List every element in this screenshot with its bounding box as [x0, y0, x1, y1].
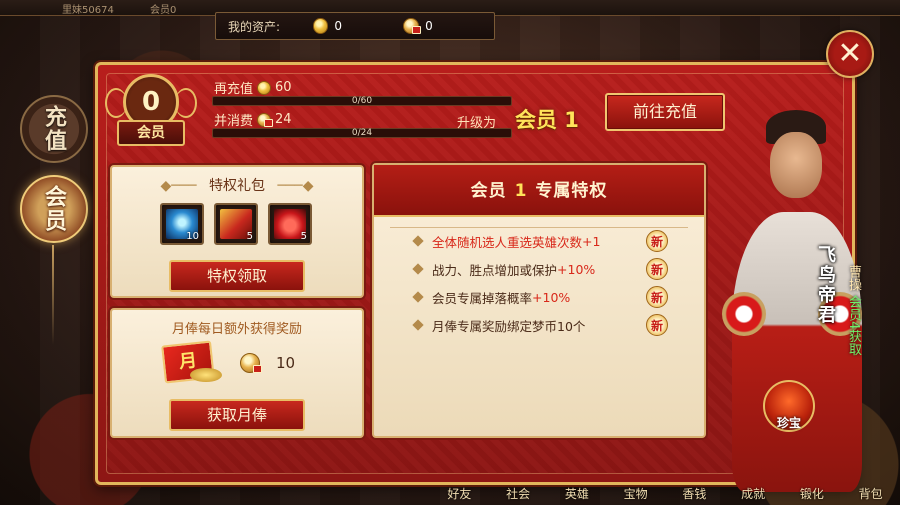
privilege-item: 月俸专属奖励绑定梦币 10个	[412, 312, 586, 338]
privilege-item: 会员专属掉落概率 +10%	[412, 284, 571, 310]
gift-title-text: 特权礼包	[209, 178, 265, 194]
recharge-requirement: 再充值 60	[214, 78, 292, 97]
gold-value: 0	[334, 19, 343, 33]
privilege-text: 全体随机选人重选英雄次数	[432, 234, 583, 250]
bottom-tab[interactable]: 香钱	[682, 485, 706, 505]
gold-pile-icon	[190, 368, 222, 382]
recharge-progress-text: 0/60	[351, 96, 373, 106]
diamond-icon	[412, 291, 424, 303]
bound-coin-icon	[403, 18, 421, 34]
gift-item-slot[interactable]: 10	[160, 203, 204, 245]
player-name: 里妹50674	[62, 5, 114, 16]
privilege-text: 月俸专属奖励绑定梦币	[432, 318, 558, 334]
hero-surname: 曹操	[846, 265, 861, 291]
hero-shoulder-left	[722, 292, 766, 336]
gift-item-slot[interactable]: 5	[268, 203, 312, 245]
hero-head	[770, 132, 822, 198]
new-badge: 新	[646, 286, 668, 308]
privilege-item: 战力、胜点增加或保护 +10%	[412, 256, 596, 282]
player-vip: 会员0	[150, 5, 177, 16]
vip-emblem: 0 会员	[105, 70, 197, 148]
bottom-tab[interactable]: 社会	[506, 485, 530, 505]
goto-recharge-button[interactable]: 前往充值	[605, 93, 725, 131]
gold-coin-icon	[312, 18, 329, 34]
assets-label: 我的资产:	[228, 19, 281, 34]
privilege-header: 会员 1 专属特权	[374, 165, 704, 217]
gift-item-slot[interactable]: 5	[214, 203, 258, 245]
item-count: 5	[246, 231, 253, 242]
tab-member[interactable]: 会员	[20, 175, 88, 243]
privilege-value: +10%	[557, 261, 596, 277]
bottom-tab[interactable]: 背包	[859, 485, 883, 505]
bound-coin-icon	[240, 353, 262, 373]
bottom-menu-bar: 好友 社会 英雄 宝物 香钱 成就 锻化 背包	[430, 485, 900, 505]
get-monthly-button[interactable]: 获取月俸	[169, 399, 305, 431]
new-badge: 新	[646, 230, 668, 252]
privilege-value: 10个	[557, 318, 586, 334]
bottom-tab[interactable]: 好友	[447, 485, 471, 505]
gift-title: ◆─── 特权礼包 ───◆	[112, 175, 362, 195]
upgrade-target: 会员 1	[515, 108, 579, 132]
privilege-value: +10%	[532, 289, 571, 305]
recharge-amount: 60	[275, 80, 292, 95]
diamond-icon	[412, 235, 424, 247]
close-button[interactable]: ✕	[826, 30, 874, 78]
privilege-header-suffix: 专属特权	[535, 181, 608, 201]
vip-level-label: 会员	[117, 120, 185, 146]
consume-requirement: 并消费 24	[214, 110, 292, 129]
privilege-text: 会员专属掉落概率	[432, 290, 533, 306]
hero-unlock: 会员4获取	[846, 295, 861, 356]
bottom-tab[interactable]: 成就	[741, 485, 765, 505]
monthly-title: 月俸每日额外获得奖励	[171, 322, 302, 337]
bound-coin-icon	[257, 112, 274, 127]
privilege-item: 全体随机选人重选英雄次数 +1	[412, 228, 601, 254]
privilege-header-prefix: 会员	[470, 181, 507, 201]
diamond-icon	[412, 263, 424, 275]
bottom-tab[interactable]: 宝物	[624, 485, 648, 505]
privilege-text: 战力、胜点增加或保护	[432, 262, 558, 278]
recharge-label: 再充值	[214, 82, 254, 97]
tab-rope-decoration	[52, 245, 54, 345]
privilege-value: +1	[582, 233, 601, 249]
hero-subtitle: 曹操 会员4获取	[846, 265, 863, 356]
close-icon: ✕	[837, 36, 863, 71]
item-count: 10	[186, 231, 199, 242]
bottom-tab[interactable]: 英雄	[565, 485, 589, 505]
treasure-label: 珍宝	[776, 416, 801, 430]
item-count: 5	[300, 231, 307, 242]
upgrade-label: 升级为	[457, 116, 497, 131]
claim-privilege-button[interactable]: 特权领取	[169, 260, 305, 292]
assets-bar: 我的资产: 0 0	[215, 12, 495, 40]
new-badge: 新	[646, 314, 668, 336]
monthly-reward-amount: 10	[276, 354, 296, 372]
hero-robe	[732, 212, 862, 492]
consume-label: 并消费	[214, 114, 254, 129]
ornament-right: ───◆	[277, 178, 314, 194]
hero-name: 飞鸟帝君	[815, 245, 836, 325]
bound-gold-value: 0	[425, 19, 433, 33]
new-badge: 新	[646, 258, 668, 280]
ornament-left: ◆───	[160, 178, 197, 194]
diamond-icon	[412, 319, 424, 331]
privilege-header-level: 1	[514, 181, 528, 201]
consume-amount: 24	[275, 112, 292, 127]
tab-recharge[interactable]: 充值	[20, 95, 88, 163]
bottom-tab[interactable]: 锻化	[800, 485, 824, 505]
gold-coin-icon	[257, 80, 272, 95]
